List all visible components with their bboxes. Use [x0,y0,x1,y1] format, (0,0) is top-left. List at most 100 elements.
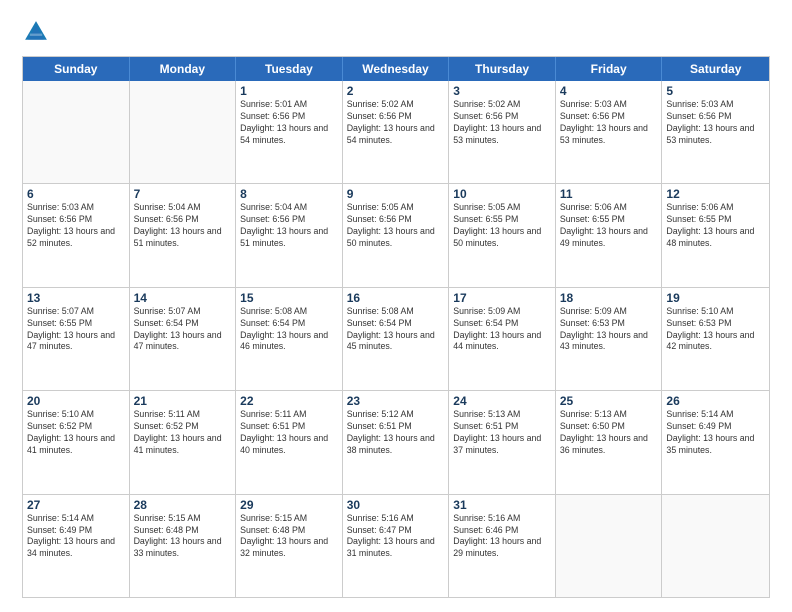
day-cell-4: 4Sunrise: 5:03 AMSunset: 6:56 PMDaylight… [556,81,663,183]
calendar-row-1: 6Sunrise: 5:03 AMSunset: 6:56 PMDaylight… [23,184,769,287]
day-cell-28: 28Sunrise: 5:15 AMSunset: 6:48 PMDayligh… [130,495,237,597]
day-number: 14 [134,291,232,305]
day-cell-26: 26Sunrise: 5:14 AMSunset: 6:49 PMDayligh… [662,391,769,493]
day-cell-2: 2Sunrise: 5:02 AMSunset: 6:56 PMDaylight… [343,81,450,183]
page: SundayMondayTuesdayWednesdayThursdayFrid… [0,0,792,612]
cell-info: Sunrise: 5:04 AMSunset: 6:56 PMDaylight:… [240,202,338,250]
day-cell-20: 20Sunrise: 5:10 AMSunset: 6:52 PMDayligh… [23,391,130,493]
day-cell-6: 6Sunrise: 5:03 AMSunset: 6:56 PMDaylight… [23,184,130,286]
day-number: 1 [240,84,338,98]
day-number: 22 [240,394,338,408]
cell-info: Sunrise: 5:13 AMSunset: 6:51 PMDaylight:… [453,409,551,457]
cell-info: Sunrise: 5:14 AMSunset: 6:49 PMDaylight:… [27,513,125,561]
header [22,18,770,46]
cell-info: Sunrise: 5:07 AMSunset: 6:54 PMDaylight:… [134,306,232,354]
day-number: 12 [666,187,765,201]
day-cell-23: 23Sunrise: 5:12 AMSunset: 6:51 PMDayligh… [343,391,450,493]
header-day-friday: Friday [556,57,663,81]
calendar-header: SundayMondayTuesdayWednesdayThursdayFrid… [23,57,769,81]
day-number: 18 [560,291,658,305]
cell-info: Sunrise: 5:05 AMSunset: 6:55 PMDaylight:… [453,202,551,250]
day-number: 2 [347,84,445,98]
cell-info: Sunrise: 5:08 AMSunset: 6:54 PMDaylight:… [240,306,338,354]
header-day-monday: Monday [130,57,237,81]
cell-info: Sunrise: 5:01 AMSunset: 6:56 PMDaylight:… [240,99,338,147]
calendar-row-4: 27Sunrise: 5:14 AMSunset: 6:49 PMDayligh… [23,495,769,597]
day-number: 8 [240,187,338,201]
day-cell-14: 14Sunrise: 5:07 AMSunset: 6:54 PMDayligh… [130,288,237,390]
day-cell-17: 17Sunrise: 5:09 AMSunset: 6:54 PMDayligh… [449,288,556,390]
day-cell-18: 18Sunrise: 5:09 AMSunset: 6:53 PMDayligh… [556,288,663,390]
logo-icon [22,18,50,46]
logo [22,18,56,46]
cell-info: Sunrise: 5:10 AMSunset: 6:53 PMDaylight:… [666,306,765,354]
day-number: 6 [27,187,125,201]
cell-info: Sunrise: 5:03 AMSunset: 6:56 PMDaylight:… [560,99,658,147]
calendar-body: 1Sunrise: 5:01 AMSunset: 6:56 PMDaylight… [23,81,769,597]
day-cell-9: 9Sunrise: 5:05 AMSunset: 6:56 PMDaylight… [343,184,450,286]
day-cell-1: 1Sunrise: 5:01 AMSunset: 6:56 PMDaylight… [236,81,343,183]
day-number: 16 [347,291,445,305]
day-cell-21: 21Sunrise: 5:11 AMSunset: 6:52 PMDayligh… [130,391,237,493]
day-cell-31: 31Sunrise: 5:16 AMSunset: 6:46 PMDayligh… [449,495,556,597]
cell-info: Sunrise: 5:07 AMSunset: 6:55 PMDaylight:… [27,306,125,354]
day-cell-7: 7Sunrise: 5:04 AMSunset: 6:56 PMDaylight… [130,184,237,286]
day-cell-10: 10Sunrise: 5:05 AMSunset: 6:55 PMDayligh… [449,184,556,286]
header-day-wednesday: Wednesday [343,57,450,81]
day-cell-3: 3Sunrise: 5:02 AMSunset: 6:56 PMDaylight… [449,81,556,183]
day-number: 5 [666,84,765,98]
cell-info: Sunrise: 5:03 AMSunset: 6:56 PMDaylight:… [27,202,125,250]
day-cell-5: 5Sunrise: 5:03 AMSunset: 6:56 PMDaylight… [662,81,769,183]
day-cell-15: 15Sunrise: 5:08 AMSunset: 6:54 PMDayligh… [236,288,343,390]
calendar: SundayMondayTuesdayWednesdayThursdayFrid… [22,56,770,598]
day-cell-27: 27Sunrise: 5:14 AMSunset: 6:49 PMDayligh… [23,495,130,597]
cell-info: Sunrise: 5:12 AMSunset: 6:51 PMDaylight:… [347,409,445,457]
day-number: 29 [240,498,338,512]
day-cell-16: 16Sunrise: 5:08 AMSunset: 6:54 PMDayligh… [343,288,450,390]
day-number: 13 [27,291,125,305]
cell-info: Sunrise: 5:15 AMSunset: 6:48 PMDaylight:… [134,513,232,561]
day-number: 27 [27,498,125,512]
empty-cell [130,81,237,183]
calendar-row-0: 1Sunrise: 5:01 AMSunset: 6:56 PMDaylight… [23,81,769,184]
day-number: 10 [453,187,551,201]
day-cell-24: 24Sunrise: 5:13 AMSunset: 6:51 PMDayligh… [449,391,556,493]
day-number: 17 [453,291,551,305]
cell-info: Sunrise: 5:16 AMSunset: 6:47 PMDaylight:… [347,513,445,561]
cell-info: Sunrise: 5:11 AMSunset: 6:52 PMDaylight:… [134,409,232,457]
day-number: 30 [347,498,445,512]
cell-info: Sunrise: 5:11 AMSunset: 6:51 PMDaylight:… [240,409,338,457]
day-cell-30: 30Sunrise: 5:16 AMSunset: 6:47 PMDayligh… [343,495,450,597]
cell-info: Sunrise: 5:15 AMSunset: 6:48 PMDaylight:… [240,513,338,561]
day-number: 19 [666,291,765,305]
cell-info: Sunrise: 5:16 AMSunset: 6:46 PMDaylight:… [453,513,551,561]
empty-cell [23,81,130,183]
cell-info: Sunrise: 5:13 AMSunset: 6:50 PMDaylight:… [560,409,658,457]
calendar-row-3: 20Sunrise: 5:10 AMSunset: 6:52 PMDayligh… [23,391,769,494]
day-cell-29: 29Sunrise: 5:15 AMSunset: 6:48 PMDayligh… [236,495,343,597]
cell-info: Sunrise: 5:09 AMSunset: 6:53 PMDaylight:… [560,306,658,354]
day-cell-25: 25Sunrise: 5:13 AMSunset: 6:50 PMDayligh… [556,391,663,493]
calendar-row-2: 13Sunrise: 5:07 AMSunset: 6:55 PMDayligh… [23,288,769,391]
day-number: 3 [453,84,551,98]
header-day-saturday: Saturday [662,57,769,81]
cell-info: Sunrise: 5:14 AMSunset: 6:49 PMDaylight:… [666,409,765,457]
day-cell-8: 8Sunrise: 5:04 AMSunset: 6:56 PMDaylight… [236,184,343,286]
day-number: 21 [134,394,232,408]
empty-cell [556,495,663,597]
cell-info: Sunrise: 5:05 AMSunset: 6:56 PMDaylight:… [347,202,445,250]
day-cell-22: 22Sunrise: 5:11 AMSunset: 6:51 PMDayligh… [236,391,343,493]
day-cell-13: 13Sunrise: 5:07 AMSunset: 6:55 PMDayligh… [23,288,130,390]
day-number: 31 [453,498,551,512]
cell-info: Sunrise: 5:04 AMSunset: 6:56 PMDaylight:… [134,202,232,250]
cell-info: Sunrise: 5:09 AMSunset: 6:54 PMDaylight:… [453,306,551,354]
cell-info: Sunrise: 5:06 AMSunset: 6:55 PMDaylight:… [560,202,658,250]
day-number: 11 [560,187,658,201]
cell-info: Sunrise: 5:06 AMSunset: 6:55 PMDaylight:… [666,202,765,250]
day-cell-12: 12Sunrise: 5:06 AMSunset: 6:55 PMDayligh… [662,184,769,286]
day-number: 20 [27,394,125,408]
day-number: 25 [560,394,658,408]
day-cell-19: 19Sunrise: 5:10 AMSunset: 6:53 PMDayligh… [662,288,769,390]
day-number: 4 [560,84,658,98]
day-number: 23 [347,394,445,408]
